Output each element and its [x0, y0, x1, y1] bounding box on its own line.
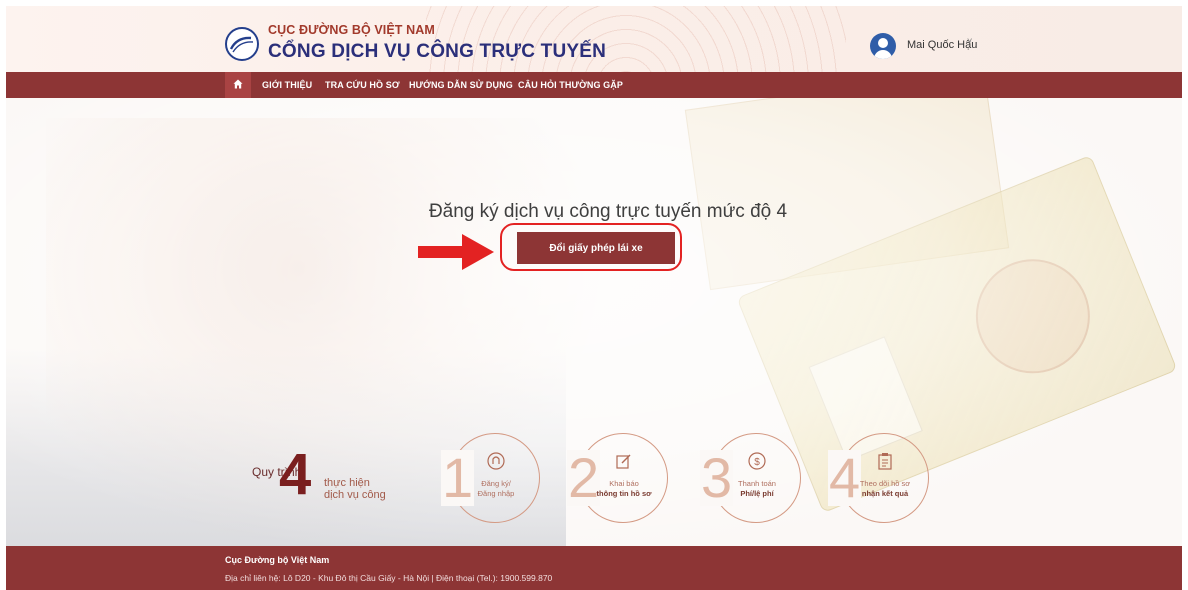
drvn-logo[interactable] — [225, 27, 259, 61]
step-line2: Đăng nhập — [477, 489, 515, 498]
svg-text:$: $ — [754, 457, 760, 468]
doi-giay-phep-lai-xe-button[interactable]: Đổi giấy phép lái xe — [517, 232, 675, 264]
step-line2: nhận kết quả — [861, 489, 909, 498]
payment-icon: $ — [748, 452, 766, 470]
footer-address: Địa chỉ liên hệ: Lô D20 - Khu Đô thị Cầu… — [225, 573, 553, 583]
process-count: 4 — [279, 442, 312, 507]
main-navbar: GIỚI THIỆU TRA CỨU HỒ SƠ HƯỚNG DẪN SỬ DỤ… — [6, 72, 1182, 98]
step-line2: Phí/lệ phí — [740, 489, 774, 498]
step-line1: Khai báo — [609, 479, 639, 488]
process-subtitle-line1: thực hiện — [324, 477, 370, 489]
nav-item-gioi-thieu[interactable]: GIỚI THIỆU — [262, 80, 312, 90]
nav-item-huong-dan-su-dung[interactable]: HƯỚNG DẪN SỬ DỤNG — [409, 80, 513, 90]
process-subtitle: thực hiện dịch vụ công — [324, 477, 414, 501]
clipboard-icon — [878, 453, 892, 470]
page: CỤC ĐƯỜNG BỘ VIỆT NAM CỔNG DỊCH VỤ CÔNG … — [0, 0, 1188, 590]
process-subtitle-line2: dịch vụ công — [324, 489, 386, 501]
nav-item-cau-hoi-thuong-gap[interactable]: CÂU HỎI THƯỜNG GẶP — [518, 80, 623, 90]
hero-title: Đăng ký dịch vụ công trực tuyến mức độ 4 — [428, 201, 788, 222]
site-footer: Cục Đường bộ Việt Nam Địa chỉ liên hệ: L… — [6, 546, 1182, 590]
footer-org-name: Cục Đường bộ Việt Nam — [225, 555, 330, 565]
edit-form-icon — [616, 454, 631, 469]
step-line1: Đăng ký/ — [481, 479, 511, 488]
chevron-down-icon[interactable]: ˅ — [967, 36, 972, 46]
nav-home-button[interactable] — [225, 72, 251, 98]
user-login-icon — [487, 452, 505, 470]
step-line1: Theo dõi hồ sơ — [859, 479, 911, 488]
hero-banner: Đăng ký dịch vụ công trực tuyến mức độ 4… — [6, 98, 1182, 546]
red-arrow-icon — [418, 234, 494, 270]
step-line1: Thanh toán — [738, 479, 776, 488]
home-icon — [233, 79, 243, 89]
nav-item-tra-cuu-ho-so[interactable]: TRA CỨU HỒ SƠ — [325, 80, 400, 90]
user-avatar-icon[interactable] — [870, 33, 896, 59]
org-name: CỤC ĐƯỜNG BỘ VIỆT NAM — [268, 23, 435, 37]
portal-name[interactable]: CỔNG DỊCH VỤ CÔNG TRỰC TUYẾN — [268, 41, 606, 63]
step-line2: thông tin hồ sơ — [596, 489, 652, 498]
process-step-1[interactable]: 1 Đăng ký/ Đăng nhập — [441, 433, 540, 523]
process-step-4[interactable]: 4 Theo dõi hồ sơ nhận kết quả — [828, 433, 929, 523]
site-header: CỤC ĐƯỜNG BỘ VIỆT NAM CỔNG DỊCH VỤ CÔNG … — [6, 6, 1182, 72]
process-step-3[interactable]: 3 $ Thanh toán Phí/lệ phí — [700, 433, 801, 523]
process-step-2[interactable]: 2 Khai báo thông tin hồ sơ — [567, 433, 668, 523]
